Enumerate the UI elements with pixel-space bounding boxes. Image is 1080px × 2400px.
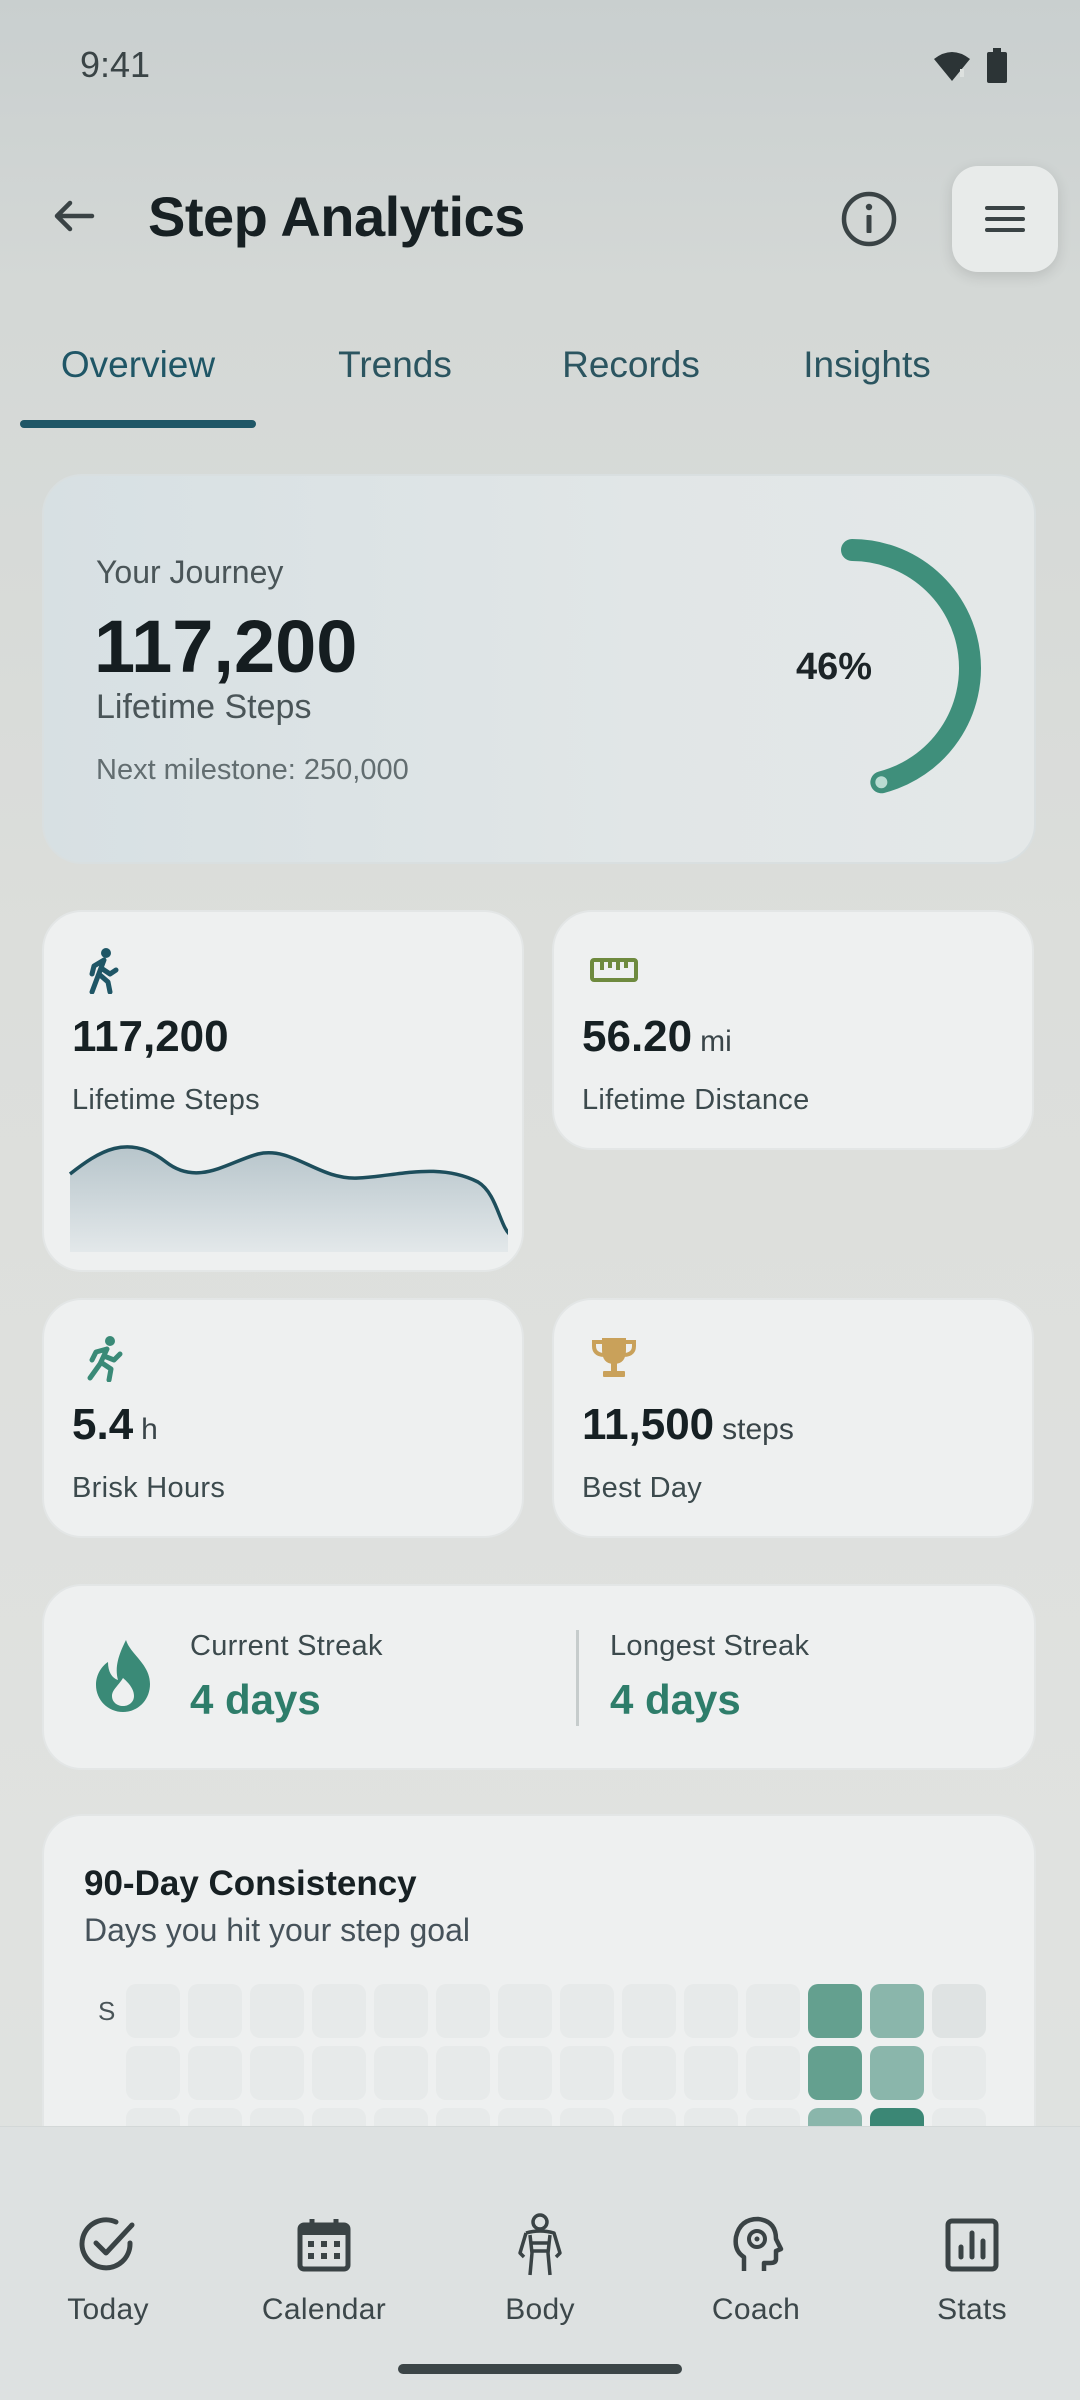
active-tab-indicator — [20, 420, 256, 428]
consistency-subtitle: Days you hit your step goal — [84, 1912, 470, 1948]
lifetime-steps-card[interactable]: 117,200 Lifetime Steps — [42, 910, 524, 1272]
menu-icon — [985, 206, 1025, 232]
consistency-cell — [684, 2046, 738, 2100]
nav-stats-label: Stats — [937, 2293, 1007, 2326]
lifetime-steps-value: 117,200 — [72, 1012, 229, 1061]
consistency-cell — [374, 1984, 428, 2038]
battery-icon — [987, 48, 1007, 83]
brisk-hours-card[interactable]: 5.4 h Brisk Hours — [42, 1298, 524, 1538]
flame-icon — [96, 1640, 150, 1712]
steps-sparkline — [68, 1145, 508, 1252]
consistency-cell — [746, 1984, 800, 2038]
tab-records[interactable]: Records — [528, 344, 734, 386]
consistency-cell — [126, 2046, 180, 2100]
tab-bar: Overview Trends Records Insights — [20, 330, 1060, 430]
menu-button[interactable] — [952, 166, 1058, 272]
ruler-icon — [590, 958, 638, 982]
nav-calendar[interactable]: Calendar — [244, 2213, 404, 2327]
wifi-icon — [934, 52, 970, 81]
longest-streak-value: 4 days — [610, 1676, 741, 1723]
consistency-cell — [250, 2046, 304, 2100]
coach-head-icon — [733, 2216, 784, 2271]
tab-insights[interactable]: Insights — [764, 344, 970, 386]
consistency-cell — [808, 2046, 862, 2100]
consistency-cell — [870, 2046, 924, 2100]
info-icon — [841, 191, 897, 247]
check-circle-icon — [79, 2217, 135, 2271]
consistency-cell — [126, 1984, 180, 2038]
progress-percent: 46% — [796, 646, 873, 688]
consistency-cell — [746, 2046, 800, 2100]
back-button[interactable] — [44, 186, 104, 246]
current-streak-value: 4 days — [190, 1676, 321, 1723]
nav-today-label: Today — [67, 2293, 149, 2326]
status-icons — [932, 48, 1008, 84]
consistency-cell — [498, 1984, 552, 2038]
best-day-card[interactable]: 11,500 steps Best Day — [552, 1298, 1034, 1538]
lifetime-distance-card[interactable]: 56.20 mi Lifetime Distance — [552, 910, 1034, 1150]
journey-card[interactable]: Your Journey 117,200 Lifetime Steps Next… — [42, 474, 1036, 864]
walking-icon — [89, 948, 119, 994]
calendar-icon — [297, 2219, 351, 2272]
consistency-cell — [870, 1984, 924, 2038]
consistency-cell — [622, 2046, 676, 2100]
nav-today[interactable]: Today — [28, 2213, 188, 2327]
best-day-value: 11,500 steps — [582, 1400, 794, 1449]
consistency-cell — [312, 2046, 366, 2100]
consistency-cell — [188, 2046, 242, 2100]
back-arrow-icon — [54, 200, 95, 232]
bar-chart-icon — [945, 2218, 999, 2272]
next-milestone: Next milestone: 250,000 — [96, 754, 409, 786]
consistency-cell — [622, 1984, 676, 2038]
nav-stats[interactable]: Stats — [892, 2213, 1052, 2327]
streak-card[interactable]: Current Streak 4 days Longest Streak 4 d… — [42, 1584, 1036, 1770]
info-button[interactable] — [836, 186, 902, 252]
consistency-cell — [436, 1984, 490, 2038]
consistency-cell — [436, 2046, 490, 2100]
consistency-cell — [808, 1984, 862, 2038]
lifetime-steps-label: Lifetime Steps — [72, 1084, 260, 1116]
trophy-icon — [592, 1338, 636, 1377]
nav-body[interactable]: Body — [460, 2213, 620, 2327]
nav-calendar-label: Calendar — [261, 2293, 387, 2326]
lifetime-distance-label: Lifetime Distance — [582, 1084, 810, 1116]
longest-streak-label: Longest Streak — [610, 1630, 810, 1662]
nav-body-label: Body — [505, 2293, 575, 2326]
consistency-cell — [560, 2046, 614, 2100]
brisk-hours-label: Brisk Hours — [72, 1472, 226, 1504]
consistency-cell — [374, 2046, 428, 2100]
nav-coach[interactable]: Coach — [676, 2213, 836, 2327]
home-indicator[interactable] — [398, 2364, 682, 2374]
brisk-hours-value: 5.4 h — [72, 1400, 158, 1449]
journey-label: Your Journey — [96, 554, 284, 590]
nav-coach-label: Coach — [711, 2293, 801, 2326]
consistency-cell — [932, 1984, 986, 2038]
consistency-cell — [932, 2046, 986, 2100]
consistency-cell — [684, 1984, 738, 2038]
consistency-cell — [188, 1984, 242, 2038]
consistency-cell — [560, 1984, 614, 2038]
running-icon — [87, 1336, 123, 1382]
lifetime-distance-value: 56.20 mi — [582, 1012, 732, 1061]
streak-divider — [576, 1630, 579, 1726]
bottom-nav: Today Calendar Body Coach Stats — [0, 2126, 1080, 2400]
journey-sub: Lifetime Steps — [96, 688, 312, 726]
status-time: 9:41 — [80, 44, 151, 85]
body-icon — [518, 2213, 562, 2276]
consistency-cell — [312, 1984, 366, 2038]
tab-overview[interactable]: Overview — [42, 344, 234, 386]
consistency-title: 90-Day Consistency — [84, 1864, 417, 1903]
tab-trends[interactable]: Trends — [290, 344, 500, 386]
page-title: Step Analytics — [148, 185, 525, 248]
current-streak-label: Current Streak — [190, 1630, 383, 1662]
best-day-label: Best Day — [582, 1472, 703, 1504]
weekday-label: S — [98, 1996, 116, 2026]
consistency-cell — [250, 1984, 304, 2038]
journey-value: 117,200 — [94, 605, 358, 688]
consistency-cell — [498, 2046, 552, 2100]
